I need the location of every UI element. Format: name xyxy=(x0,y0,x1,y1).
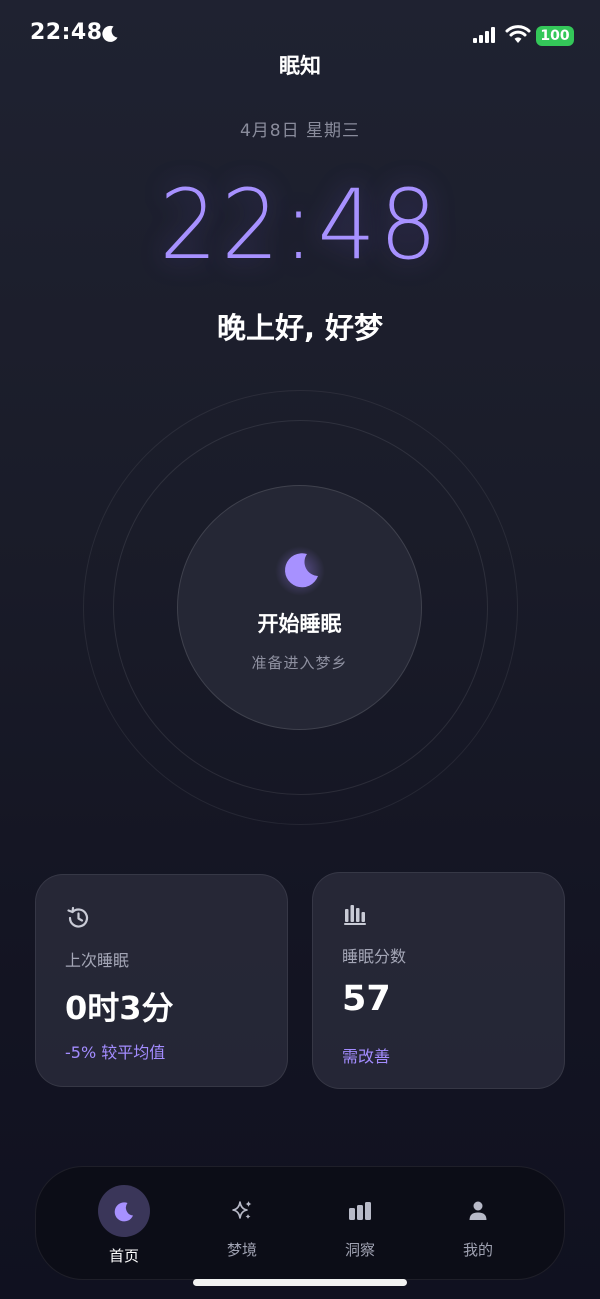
sleep-score-status: 需改善 xyxy=(342,1047,391,1066)
bar-chart-icon xyxy=(344,905,366,925)
tab-mine-label: 我的 xyxy=(462,1241,493,1259)
moon-icon xyxy=(102,25,118,42)
last-sleep-value: 0时3分 xyxy=(65,989,174,1027)
moon-icon xyxy=(285,553,318,588)
battery-icon: 100 xyxy=(536,26,574,46)
history-icon xyxy=(67,906,89,928)
person-icon xyxy=(469,1201,487,1220)
date-label: 4月8日 星期三 xyxy=(239,121,361,141)
clock-display: 22:48 xyxy=(0,170,600,280)
app-title: 眠知 xyxy=(279,54,321,78)
start-sleep-button[interactable]: 开始睡眠 准备进入梦乡 xyxy=(177,485,422,730)
bar-chart-icon xyxy=(349,1202,371,1220)
sparkles-icon xyxy=(232,1201,252,1219)
tab-home[interactable]: 首页 xyxy=(69,1167,179,1279)
last-sleep-comparison: -5% 较平均值 xyxy=(65,1043,166,1062)
wifi-icon xyxy=(505,25,531,43)
signal-icon xyxy=(473,27,495,43)
sleep-score-card[interactable]: 睡眠分数 57 需改善 xyxy=(312,872,565,1089)
tab-bar: 首页 梦境 洞察 我的 xyxy=(35,1166,565,1280)
start-sleep-subtitle: 准备进入梦乡 xyxy=(251,654,348,672)
status-time: 22:48 xyxy=(30,20,103,45)
tab-mine[interactable]: 我的 xyxy=(423,1167,533,1279)
tab-insight[interactable]: 洞察 xyxy=(305,1167,415,1279)
start-sleep-label: 开始睡眠 xyxy=(257,612,342,636)
greeting: 晚上好, 好梦 xyxy=(216,311,384,345)
tab-dream-label: 梦境 xyxy=(226,1241,257,1259)
clock-time: 22:48 xyxy=(159,169,441,281)
last-sleep-card[interactable]: 上次睡眠 0时3分 -5% 较平均值 xyxy=(35,874,288,1087)
sleep-score-value: 57 xyxy=(342,979,391,1019)
home-indicator[interactable] xyxy=(193,1279,407,1286)
sleep-score-label: 睡眠分数 xyxy=(342,947,407,966)
last-sleep-label: 上次睡眠 xyxy=(65,951,130,970)
moon-icon xyxy=(114,1202,133,1222)
tab-home-label: 首页 xyxy=(108,1247,139,1265)
tab-insight-label: 洞察 xyxy=(344,1241,375,1259)
tab-dream[interactable]: 梦境 xyxy=(187,1167,297,1279)
